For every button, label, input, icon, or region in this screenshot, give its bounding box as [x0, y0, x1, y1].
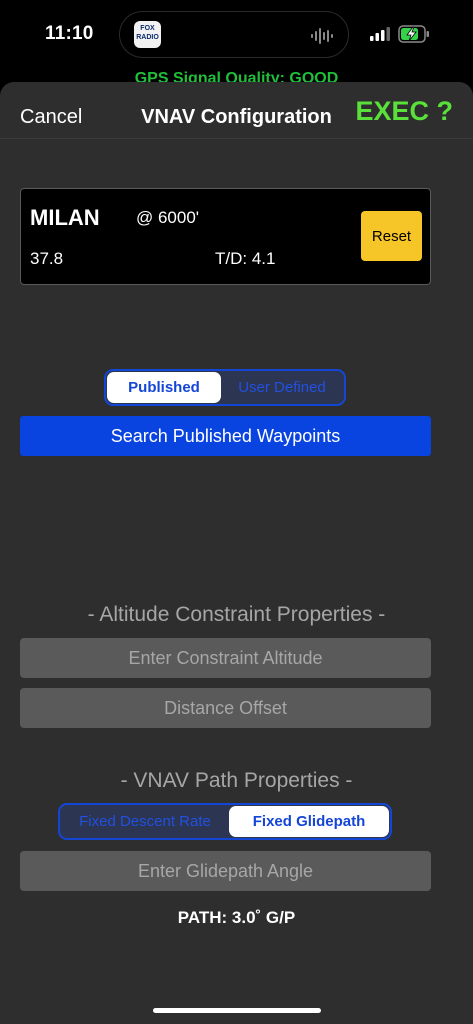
altitude-constraint-section-title: - Altitude Constraint Properties - [87, 603, 386, 626]
waypoint-name: MILAN [30, 205, 100, 230]
status-bar: 11:10 FOX RADIO [0, 0, 473, 72]
dynamic-island[interactable]: FOX RADIO [119, 11, 349, 58]
home-indicator[interactable] [153, 1008, 321, 1013]
segment-user-defined[interactable]: User Defined [221, 372, 343, 403]
glidepath-angle-input[interactable]: Enter Glidepath Angle [20, 851, 431, 891]
constraint-altitude-input[interactable]: Enter Constraint Altitude [20, 638, 431, 678]
fox-radio-icon: FOX RADIO [134, 21, 161, 48]
reset-button[interactable]: Reset [361, 211, 422, 261]
waypoint-source-segmented-control: Published User Defined [104, 369, 346, 406]
cancel-button[interactable]: Cancel [20, 106, 82, 129]
vnav-path-section-title: - VNAV Path Properties - [120, 769, 353, 792]
waypoint-altitude: @ 6000' [136, 208, 200, 227]
top-of-descent: T/D: 4.1 [215, 249, 276, 268]
vnav-config-sheet: VNAV Configuration Cancel EXEC ? MILAN @… [0, 82, 473, 1024]
status-time: 11:10 [45, 23, 94, 44]
audio-wave-icon [311, 28, 333, 44]
distance-offset-input[interactable]: Distance Offset [20, 688, 431, 728]
segment-fixed-descent-rate[interactable]: Fixed Descent Rate [61, 806, 229, 837]
header-divider [0, 138, 473, 139]
cellular-signal-icon [370, 27, 390, 41]
search-waypoints-button[interactable]: Search Published Waypoints [20, 416, 431, 456]
path-readout: PATH: 3.0˚ G/P [177, 908, 296, 927]
waypoint-card: MILAN @ 6000' 37.8 T/D: 4.1 Reset [20, 188, 431, 285]
exec-button[interactable]: EXEC ? [355, 96, 453, 127]
battery-charging-icon [398, 25, 429, 43]
vnav-path-segmented-control: Fixed Descent Rate Fixed Glidepath [58, 803, 392, 840]
segment-published[interactable]: Published [107, 372, 221, 403]
segment-fixed-glidepath[interactable]: Fixed Glidepath [229, 806, 389, 837]
waypoint-distance: 37.8 [30, 249, 64, 268]
